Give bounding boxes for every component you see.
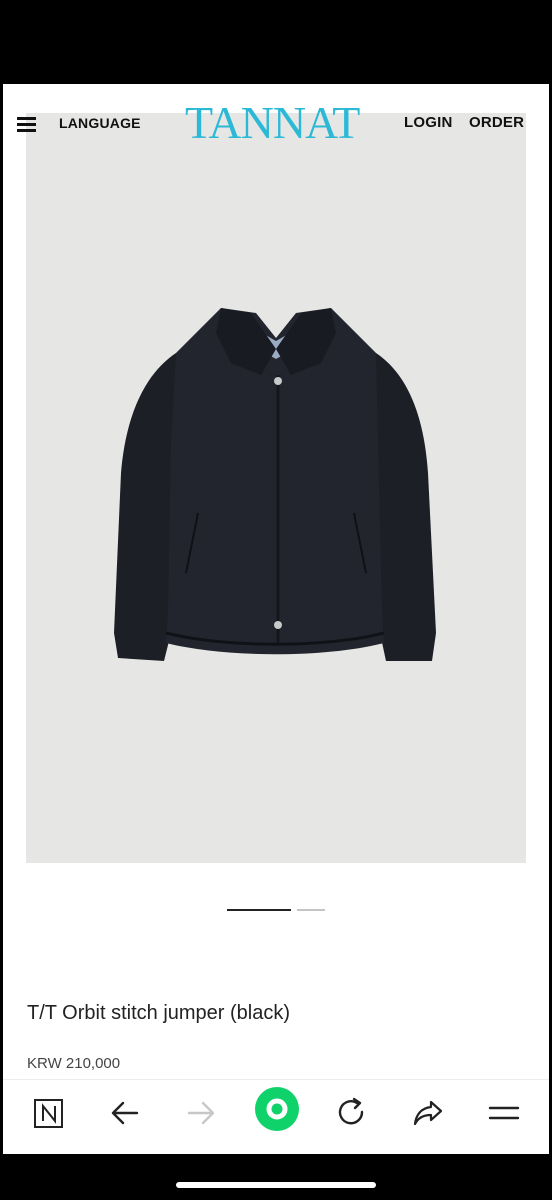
site-header: LANGUAGE TANNAT LOGIN ORDER — [3, 84, 549, 164]
product-image[interactable] — [26, 113, 526, 863]
order-link[interactable]: ORDER — [469, 114, 524, 131]
gallery-indicator-inactive[interactable] — [297, 909, 325, 911]
refresh-icon[interactable] — [331, 1093, 371, 1133]
brand-logo[interactable]: TANNAT — [185, 100, 360, 146]
green-home-circle-icon[interactable] — [254, 1086, 300, 1132]
browser-toolbar — [3, 1079, 549, 1154]
language-link[interactable]: LANGUAGE — [59, 115, 141, 131]
forward-arrow-icon[interactable] — [181, 1093, 221, 1133]
gallery-indicator-active[interactable] — [227, 909, 291, 911]
back-arrow-icon[interactable] — [105, 1093, 145, 1133]
browser-screen: LANGUAGE TANNAT LOGIN ORDER T/T Orbit st… — [3, 84, 549, 1154]
home-indicator[interactable] — [176, 1182, 376, 1188]
jacket-illustration — [114, 308, 436, 661]
product-price: KRW 210,000 — [27, 1055, 121, 1072]
naver-n-icon[interactable] — [29, 1093, 69, 1133]
product-title: T/T Orbit stitch jumper (black) — [27, 1002, 291, 1024]
login-link[interactable]: LOGIN — [404, 114, 453, 131]
hamburger-icon[interactable] — [17, 117, 36, 132]
share-icon[interactable] — [408, 1093, 448, 1133]
menu-lines-icon[interactable] — [484, 1093, 524, 1133]
